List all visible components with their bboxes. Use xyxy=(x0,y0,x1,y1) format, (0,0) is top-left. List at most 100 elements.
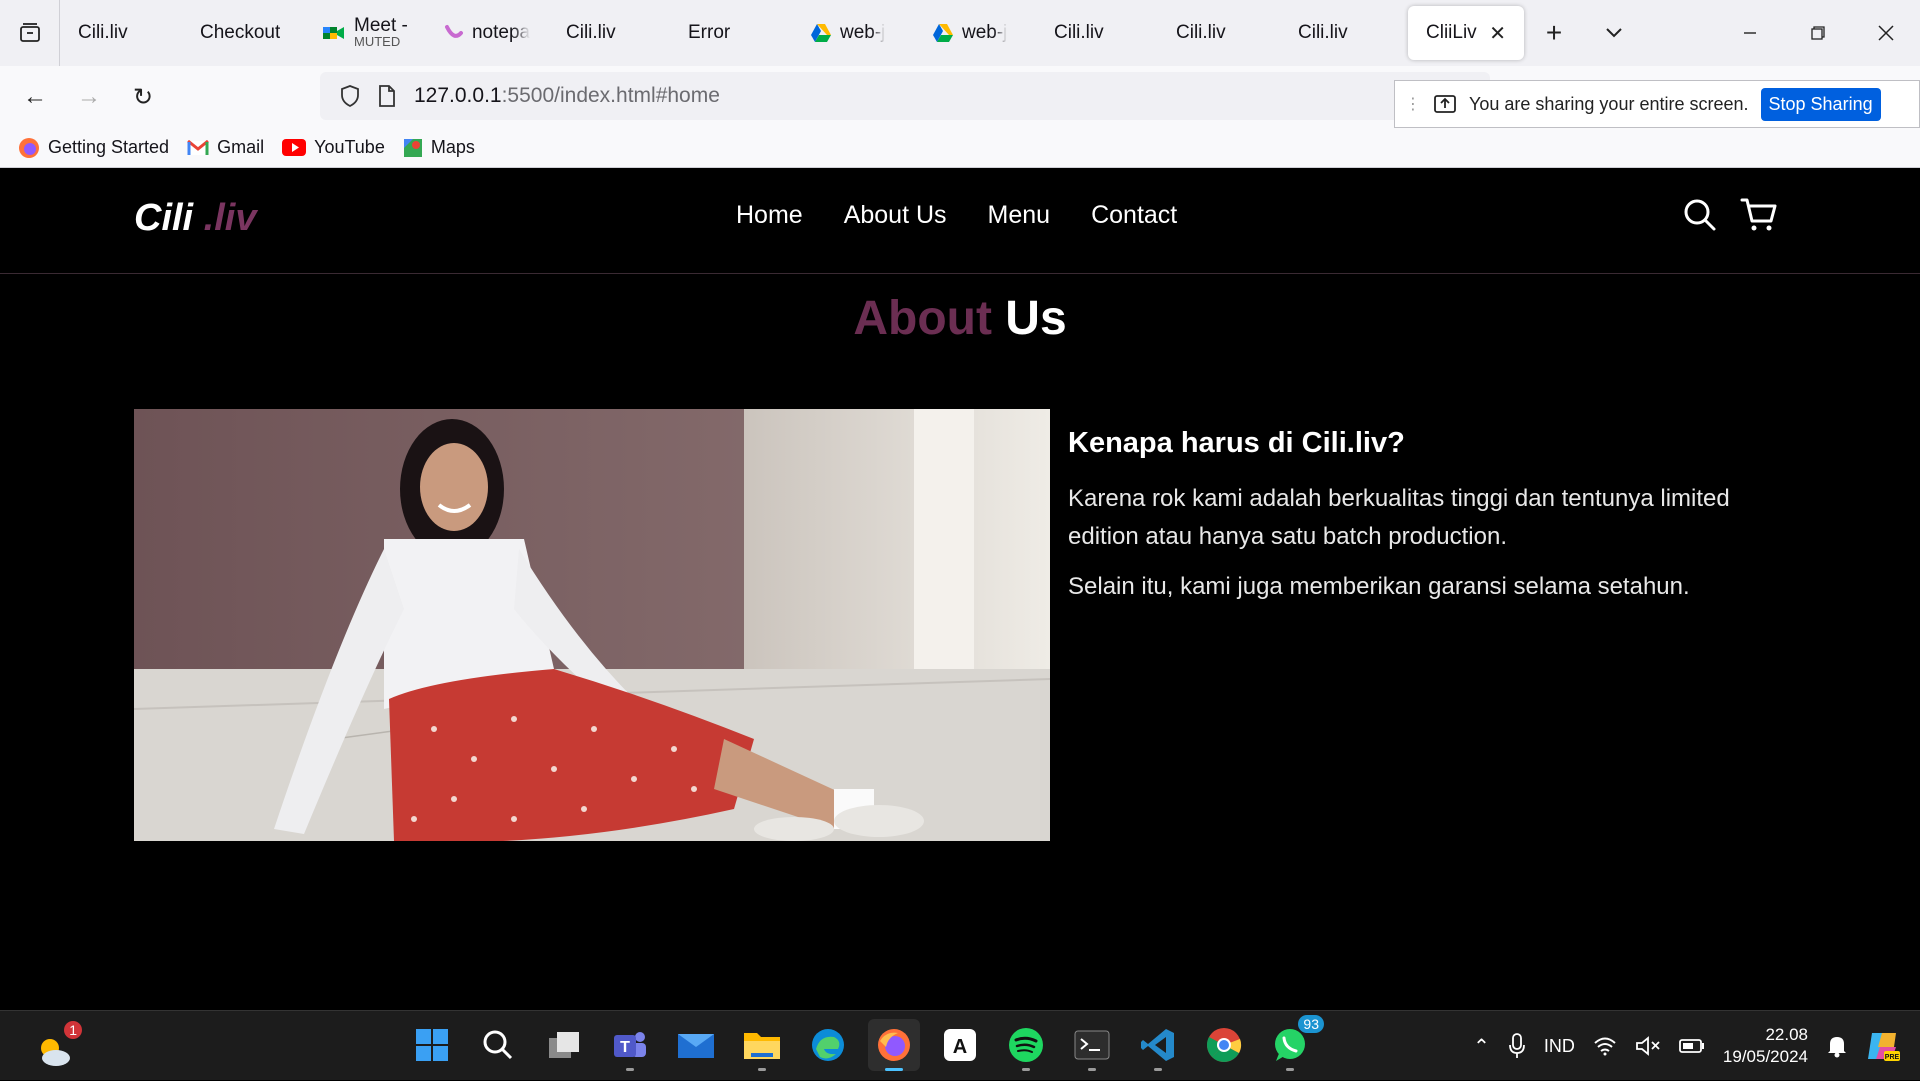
taskbar-apps: T A 93 xyxy=(406,1015,1324,1071)
tab-muted-label: MUTED xyxy=(354,34,401,49)
spotify-app[interactable] xyxy=(1000,1019,1052,1071)
stop-sharing-button[interactable]: Stop Sharing xyxy=(1760,87,1881,121)
mail-app[interactable] xyxy=(670,1019,722,1071)
logo-accent-text: .liv xyxy=(193,197,257,239)
edge-app[interactable] xyxy=(802,1019,854,1071)
tab-overflow-button[interactable] xyxy=(1584,0,1644,66)
tab-bar: Cili.liv Checkout Meet - MUTED notepa Cil… xyxy=(0,0,1920,66)
teams-icon: T xyxy=(614,1032,646,1057)
bookmark-youtube[interactable]: YouTube xyxy=(282,137,385,158)
running-indicator xyxy=(1088,1068,1096,1071)
windows-taskbar: 1 T A 93 ⌃ IND 22.08 19/05/2024 PRE xyxy=(0,1010,1920,1080)
plus-icon: + xyxy=(1545,17,1563,48)
bookmark-getting-started[interactable]: Getting Started xyxy=(18,137,169,159)
tab-meet[interactable]: Meet - MUTED xyxy=(304,6,426,60)
tab-list-icon xyxy=(19,23,40,42)
tab-drive-1[interactable]: web-j xyxy=(792,6,914,60)
bookmark-label: Maps xyxy=(430,137,475,157)
menu-menu-link[interactable]: Menu xyxy=(988,201,1051,230)
minimize-icon xyxy=(1744,32,1756,34)
tab-title: notepa xyxy=(471,22,530,43)
chevron-down-icon xyxy=(1606,28,1622,38)
restore-button[interactable] xyxy=(1784,0,1852,66)
task-view-button[interactable] xyxy=(538,1019,590,1071)
speaker-muted-icon[interactable] xyxy=(1635,1035,1661,1057)
tab-title: Cili.liv xyxy=(1176,22,1226,43)
menu-home-link[interactable]: Home xyxy=(736,201,803,230)
clock-date: 19/05/2024 xyxy=(1722,1047,1808,1066)
url-bar[interactable]: 127.0.0.1:5500/index.html#home xyxy=(320,72,1490,120)
site-logo[interactable]: Cili .liv xyxy=(134,197,257,240)
microphone-icon[interactable] xyxy=(1508,1033,1526,1059)
tab-list-button[interactable] xyxy=(0,0,60,66)
site-header: Cili .liv Home About Us Menu Contact xyxy=(0,169,1920,274)
vscode-icon xyxy=(1141,1029,1174,1061)
menu-about-link[interactable]: About Us xyxy=(844,201,947,230)
drive-icon xyxy=(933,24,953,42)
about-content: Kenapa harus di Cili.liv? Karena rok kam… xyxy=(1068,427,1768,618)
tab-cililiv-2[interactable]: Cili.liv xyxy=(548,6,670,60)
tab-checkout[interactable]: Checkout xyxy=(182,6,304,60)
notification-bell-icon[interactable] xyxy=(1826,1034,1848,1058)
app-a[interactable]: A xyxy=(934,1019,986,1071)
running-indicator xyxy=(626,1068,634,1071)
tab-title: CliiLiv xyxy=(1426,22,1477,43)
web-page: Cili .liv Home About Us Menu Contact Abo… xyxy=(0,169,1920,1010)
tab-drive-2[interactable]: web-j xyxy=(914,6,1036,60)
clock[interactable]: 22.08 19/05/2024 xyxy=(1723,1024,1808,1068)
about-paragraph-1: Karena rok kami adalah berkualitas tingg… xyxy=(1068,485,1730,550)
tab-cililiv-1[interactable]: Cili.liv xyxy=(60,6,182,60)
start-button[interactable] xyxy=(406,1019,458,1071)
taskbar-search[interactable] xyxy=(472,1019,524,1071)
window-controls xyxy=(1716,0,1920,66)
maps-icon xyxy=(403,138,422,157)
tab-cililiv-4[interactable]: Cili.liv xyxy=(1158,6,1280,60)
weather-icon xyxy=(41,1039,70,1066)
drag-handle-icon[interactable]: ⋮ xyxy=(1405,94,1421,114)
wifi-icon[interactable] xyxy=(1593,1036,1617,1056)
bookmark-maps[interactable]: Maps xyxy=(403,137,475,159)
url-text: 127.0.0.1:5500/index.html#home xyxy=(414,84,720,108)
minimize-button[interactable] xyxy=(1716,0,1784,66)
reload-button[interactable]: ↻ xyxy=(116,70,170,124)
screen-share-bar: ⋮ You are sharing your entire screen. St… xyxy=(1394,80,1920,128)
close-window-button[interactable] xyxy=(1852,0,1920,66)
tab-title: Cili.liv xyxy=(1054,22,1104,43)
tab-active[interactable]: CliiLiv ✕ xyxy=(1408,6,1524,60)
url-host: 127.0.0.1 xyxy=(414,84,502,107)
menu-contact-link[interactable]: Contact xyxy=(1091,201,1177,230)
forward-button[interactable]: → xyxy=(62,70,116,124)
teams-app[interactable]: T xyxy=(604,1019,656,1071)
vscode-app[interactable] xyxy=(1132,1019,1184,1071)
weather-widget[interactable]: 1 xyxy=(28,1021,82,1077)
arrow-left-icon: ← xyxy=(23,83,47,110)
firefox-app[interactable] xyxy=(868,1019,920,1071)
tab-cililiv-5[interactable]: Cili.liv xyxy=(1280,6,1402,60)
close-icon[interactable]: ✕ xyxy=(1489,21,1506,46)
tab-notepad[interactable]: notepa xyxy=(426,6,548,60)
chevron-up-icon[interactable]: ⌃ xyxy=(1473,1034,1490,1059)
edge-icon xyxy=(812,1029,844,1061)
new-tab-button[interactable]: + xyxy=(1524,0,1584,66)
youtube-icon xyxy=(282,139,307,156)
svg-text:A: A xyxy=(953,1036,967,1058)
bookmark-gmail[interactable]: Gmail xyxy=(187,137,264,158)
spotify-icon xyxy=(1009,1028,1043,1062)
shopping-cart-icon[interactable] xyxy=(1740,197,1778,233)
copilot-icon[interactable]: PRE xyxy=(1866,1029,1900,1063)
search-icon[interactable] xyxy=(1682,197,1718,233)
logo-main-text: Cili xyxy=(134,197,194,239)
whatsapp-app[interactable]: 93 xyxy=(1264,1015,1324,1071)
battery-icon[interactable] xyxy=(1679,1038,1705,1054)
drive-icon xyxy=(811,24,831,42)
chrome-icon xyxy=(1207,1028,1242,1062)
language-indicator[interactable]: IND xyxy=(1544,1036,1575,1057)
firefox-icon xyxy=(878,1029,910,1061)
tab-error[interactable]: Error xyxy=(670,6,792,60)
back-button[interactable]: ← xyxy=(8,70,62,124)
shield-icon xyxy=(341,85,359,107)
file-explorer-app[interactable] xyxy=(736,1019,788,1071)
tab-cililiv-3[interactable]: Cili.liv xyxy=(1036,6,1158,60)
chrome-app[interactable] xyxy=(1198,1019,1250,1071)
terminal-app[interactable] xyxy=(1066,1019,1118,1071)
